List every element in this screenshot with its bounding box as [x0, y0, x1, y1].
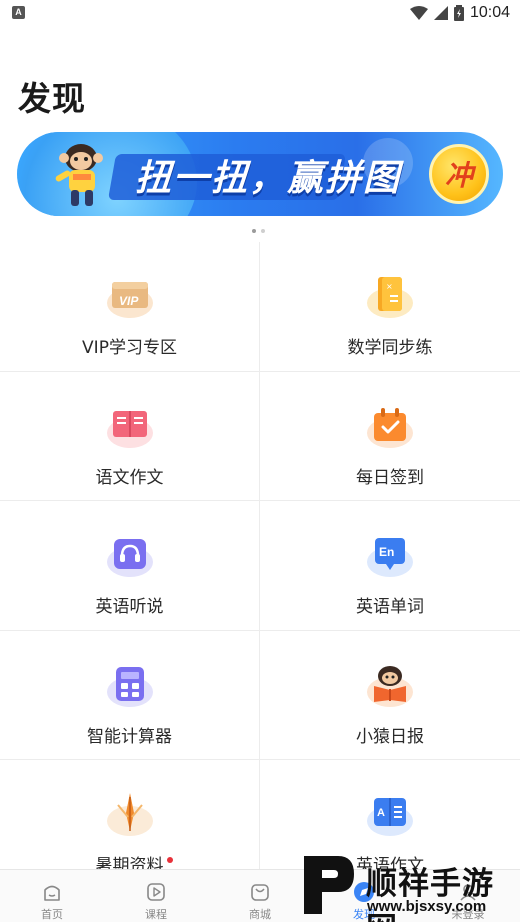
grid-item-label: 语文作文	[95, 467, 164, 488]
shop-bag-icon	[248, 880, 272, 904]
grid-item-label: 小猿日报	[356, 726, 424, 747]
nav-label: 商城	[249, 908, 271, 921]
math-book-icon: ×	[365, 270, 415, 320]
nav-courses[interactable]: 课程	[104, 870, 208, 922]
grid-row: 智能计算器 小猿日报	[0, 630, 520, 760]
new-badge	[166, 857, 173, 863]
grid-item-label: 英语单词	[356, 597, 424, 617]
nav-label: 首页	[41, 908, 63, 921]
nav-label: 课程	[145, 908, 167, 921]
feather-icon	[105, 788, 155, 838]
grid-item-label: 数学同步练	[347, 338, 433, 358]
grid-item-english-listening[interactable]: 英语听说	[0, 501, 260, 630]
grid-row: VIP VIP学习专区 × 数学同步练	[0, 242, 520, 372]
pager-dot	[252, 229, 256, 233]
calendar-check-icon	[365, 400, 415, 450]
status-icons: 10:04	[409, 3, 510, 23]
svg-text:VIP: VIP	[119, 294, 139, 308]
grid-item-label: VIP学习专区	[82, 338, 177, 358]
monkey-mascot-icon	[55, 144, 103, 206]
grid-item-label: 智能计算器	[87, 726, 172, 747]
home-icon	[40, 880, 64, 904]
grid-item-chinese-writing[interactable]: 语文作文	[0, 371, 260, 500]
clock: 10:04	[469, 4, 510, 21]
page-title: 发现	[18, 79, 86, 118]
headset-icon	[105, 529, 155, 579]
banner-title: 扭一扭，赢拼图	[135, 158, 402, 199]
signal-icon	[433, 6, 448, 20]
status-bar: A 10:04	[0, 0, 520, 27]
svg-text:×: ×	[386, 282, 393, 291]
banner-go-button[interactable]: 冲	[429, 144, 489, 204]
grid-item-vip-zone[interactable]: VIP VIP学习专区	[0, 242, 260, 371]
svg-text:En: En	[379, 545, 394, 559]
feature-grid: VIP VIP学习专区 × 数学同步练 语文作文 每日签到 英语听说 En 英语…	[0, 242, 520, 890]
vip-card-icon: VIP	[105, 270, 155, 320]
grid-item-label: 每日签到	[356, 467, 424, 488]
play-icon	[144, 880, 168, 904]
grid-item-label: 英语听说	[95, 597, 164, 617]
battery-icon	[453, 5, 464, 21]
en-bubble-icon: En	[365, 529, 415, 579]
english-book-icon: A	[365, 788, 415, 838]
nav-home[interactable]: 首页	[0, 870, 104, 922]
site-watermark: 顺祥手游网 www.bjsxsy.com	[296, 848, 520, 922]
wifi-icon	[409, 6, 428, 20]
grid-item-math-practice[interactable]: × 数学同步练	[260, 242, 520, 371]
pager-dot	[261, 229, 265, 233]
grid-row: 英语听说 En 英语单词	[0, 501, 520, 631]
grid-item-english-words[interactable]: En 英语单词	[260, 501, 520, 630]
app-notification-icon: A	[12, 6, 25, 19]
promo-banner[interactable]: 扭一扭，赢拼图 冲	[17, 132, 503, 216]
watermark-url: www.bjsxsy.com	[367, 898, 487, 915]
watermark-logo-icon	[304, 856, 354, 914]
grid-item-daily-checkin[interactable]: 每日签到	[260, 372, 520, 501]
svg-text:A: A	[377, 807, 385, 819]
monkey-reading-icon	[365, 659, 415, 709]
grid-item-smart-calculator[interactable]: 智能计算器	[0, 630, 260, 759]
calculator-icon	[105, 659, 155, 709]
grid-item-monkey-daily[interactable]: 小猿日报	[260, 631, 520, 760]
banner-pager	[252, 229, 265, 233]
grid-row: 语文作文 每日签到	[0, 371, 520, 501]
chinese-book-icon	[105, 400, 155, 450]
